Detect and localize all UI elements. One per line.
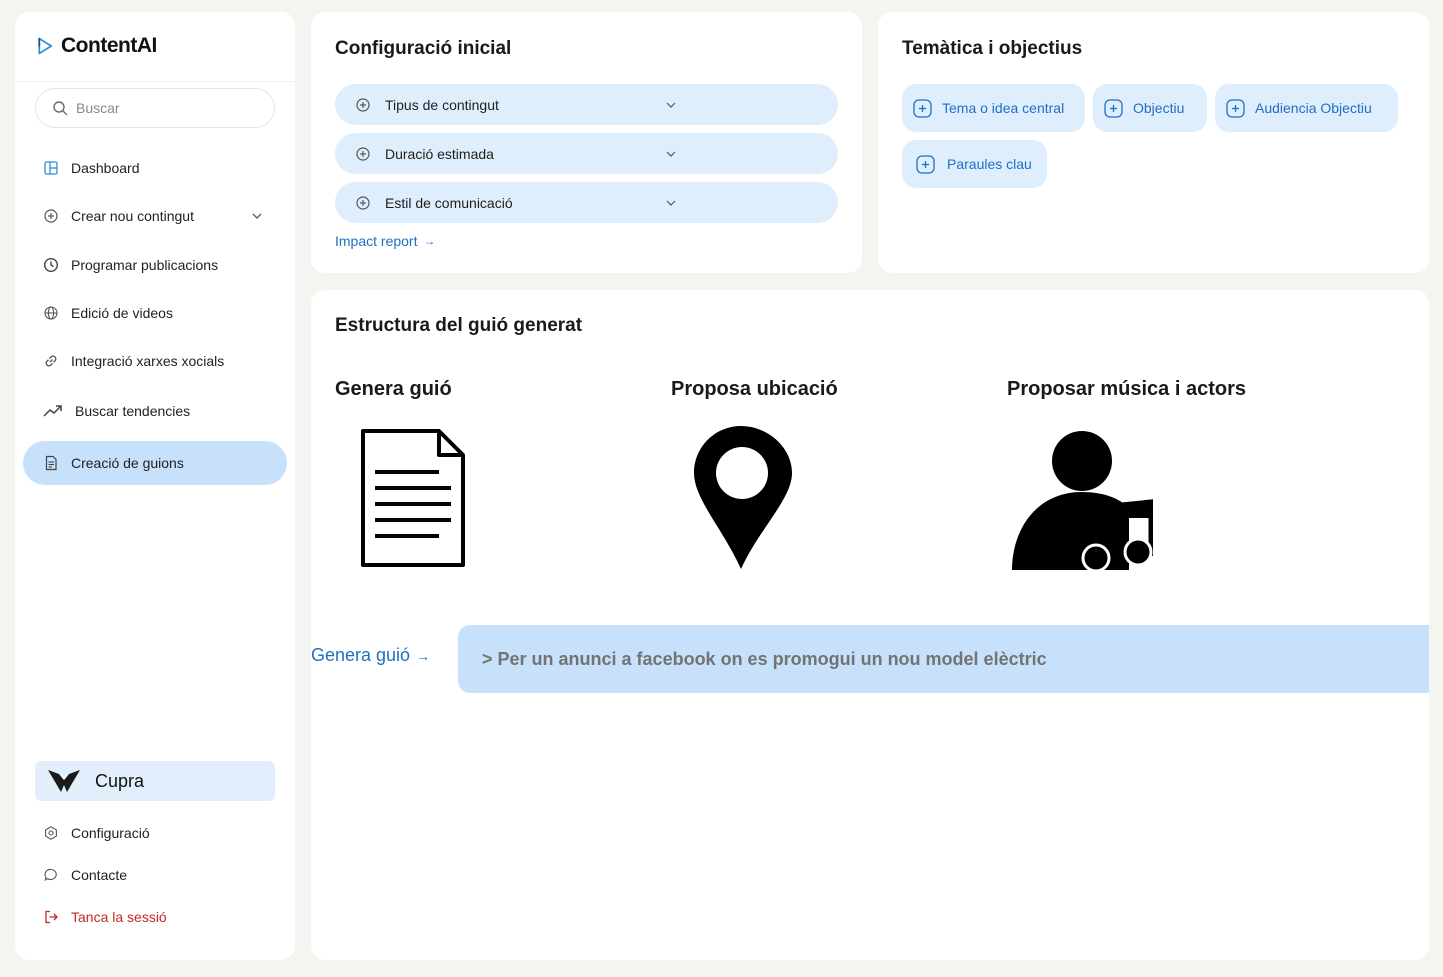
- column-title-proposar-musica: Proposar música i actors: [1007, 378, 1246, 400]
- plus-square-icon: [913, 98, 932, 118]
- settings-icon: [45, 826, 57, 840]
- sidebar-item-label: Configuració: [71, 825, 150, 841]
- sidebar-item-buscar-tendencies[interactable]: Buscar tendencies: [23, 389, 287, 433]
- sidebar-item-dashboard[interactable]: Dashboard: [23, 146, 287, 190]
- sidebar-item-edicio-videos[interactable]: Edició de videos: [23, 291, 287, 335]
- workspace-switcher[interactable]: Cupra: [35, 761, 275, 801]
- column-title-proposa-ubicacio: Proposa ubicació: [671, 378, 838, 400]
- chip-label: Objectiu: [1133, 100, 1185, 116]
- chat-icon: [44, 868, 57, 882]
- plus-square-icon: [1226, 98, 1245, 118]
- sidebar-item-configuracio[interactable]: Configuració: [23, 811, 287, 855]
- plus-square-icon: [1104, 98, 1123, 118]
- chip-paraules-clau[interactable]: Paraules clau: [902, 140, 1047, 188]
- topics-panel: Temàtica i objectius Tema o idea central…: [878, 12, 1429, 273]
- logout-icon: [45, 910, 58, 924]
- select-label: Tipus de contingut: [385, 96, 499, 113]
- chevron-down-icon: [666, 102, 676, 108]
- chip-label: Tema o idea central: [942, 100, 1065, 116]
- select-tipus-contingut[interactable]: Tipus de contingut: [335, 84, 838, 125]
- link-label: Genera guió: [311, 645, 411, 665]
- divider: [15, 81, 295, 82]
- prompt-output[interactable]: > Per un anunci a facebook on es promogu…: [458, 625, 1429, 693]
- map-pin-icon[interactable]: [693, 425, 793, 570]
- structure-title: Estructura del guió generat: [335, 315, 583, 336]
- sidebar-item-label: Edició de videos: [71, 305, 173, 321]
- search-input[interactable]: [76, 100, 256, 116]
- sidebar-item-label: Integració xarxes xocials: [71, 353, 225, 369]
- plus-circle-icon: [356, 195, 370, 210]
- sidebar-item-label: Dashboard: [71, 160, 140, 176]
- column-title-genera-guio: Genera guió: [335, 378, 452, 400]
- sidebar-item-label: Buscar tendencies: [75, 403, 191, 419]
- sidebar-item-label: Contacte: [71, 867, 128, 883]
- sidebar-item-label: Programar publicacions: [71, 257, 219, 273]
- prompt-text: > Per un anunci a facebook on es promogu…: [482, 648, 1047, 669]
- document-icon: [45, 455, 57, 471]
- arrow-right-icon: →: [423, 234, 436, 248]
- select-label: Duració estimada: [385, 145, 494, 162]
- plus-circle-icon: [356, 97, 370, 112]
- document-icon[interactable]: [359, 428, 467, 570]
- sidebar-item-creacio-guions[interactable]: Creació de guions: [23, 441, 287, 485]
- search-bar[interactable]: [35, 88, 275, 128]
- select-label: Estil de comunicació: [385, 194, 513, 211]
- sidebar-item-label: Tanca la sessió: [71, 909, 167, 925]
- person-music-icon[interactable]: [1011, 430, 1153, 572]
- arrow-right-icon: →: [416, 647, 431, 664]
- plus-circle-icon: [44, 209, 58, 223]
- brand[interactable]: ContentAI: [37, 30, 157, 62]
- sidebar-item-integracio-xarxes[interactable]: Integració xarxes xocials: [23, 339, 287, 383]
- structure-panel: Estructura del guió generat Genera guió …: [311, 290, 1429, 960]
- sidebar-item-contacte[interactable]: Contacte: [23, 853, 287, 897]
- genera-guio-link[interactable]: Genera guió →: [311, 645, 430, 666]
- chevron-down-icon[interactable]: [249, 208, 265, 224]
- link-label: Impact report: [335, 233, 418, 249]
- sidebar-item-programar-publicacions[interactable]: Programar publicacions: [23, 243, 287, 287]
- select-duracio[interactable]: Duració estimada: [335, 133, 838, 174]
- chip-objectiu[interactable]: Objectiu: [1093, 84, 1207, 132]
- select-estil-comunicacio[interactable]: Estil de comunicació: [335, 182, 838, 223]
- workspace-name: Cupra: [95, 770, 145, 791]
- chip-audiencia-objectiu[interactable]: Audiencia Objectiu: [1215, 84, 1398, 132]
- config-title: Configuració inicial: [335, 38, 512, 59]
- config-panel: Configuració inicial Tipus de contingut …: [311, 12, 862, 273]
- cupra-logo-icon: [48, 770, 80, 792]
- chip-label: Paraules clau: [947, 156, 1032, 172]
- chevron-down-icon: [666, 200, 676, 206]
- sidebar-item-crear-nou-contingut[interactable]: Crear nou contingut: [23, 194, 287, 238]
- clock-icon: [43, 257, 59, 273]
- plus-square-icon: [916, 154, 935, 174]
- link-icon: [45, 355, 57, 367]
- chevron-down-icon: [666, 151, 676, 157]
- topics-title: Temàtica i objectius: [902, 38, 1083, 59]
- app-name: ContentAI: [61, 34, 157, 57]
- chip-label: Audiencia Objectiu: [1255, 100, 1372, 116]
- sidebar-item-logout[interactable]: Tanca la sessió: [23, 895, 287, 939]
- impact-report-link[interactable]: Impact report →: [335, 233, 435, 249]
- globe-icon: [44, 306, 58, 320]
- sidebar-item-label: Crear nou contingut: [71, 208, 194, 224]
- search-icon: [53, 101, 68, 116]
- chip-tema-idea-central[interactable]: Tema o idea central: [902, 84, 1085, 132]
- sidebar: ContentAI Dashboard Crear nou contingut: [15, 12, 295, 960]
- plus-circle-icon: [356, 146, 370, 161]
- dashboard-icon: [44, 161, 58, 175]
- trending-up-icon: [43, 405, 62, 417]
- contentai-logo-icon: [38, 37, 53, 55]
- sidebar-item-label: Creació de guions: [71, 455, 184, 471]
